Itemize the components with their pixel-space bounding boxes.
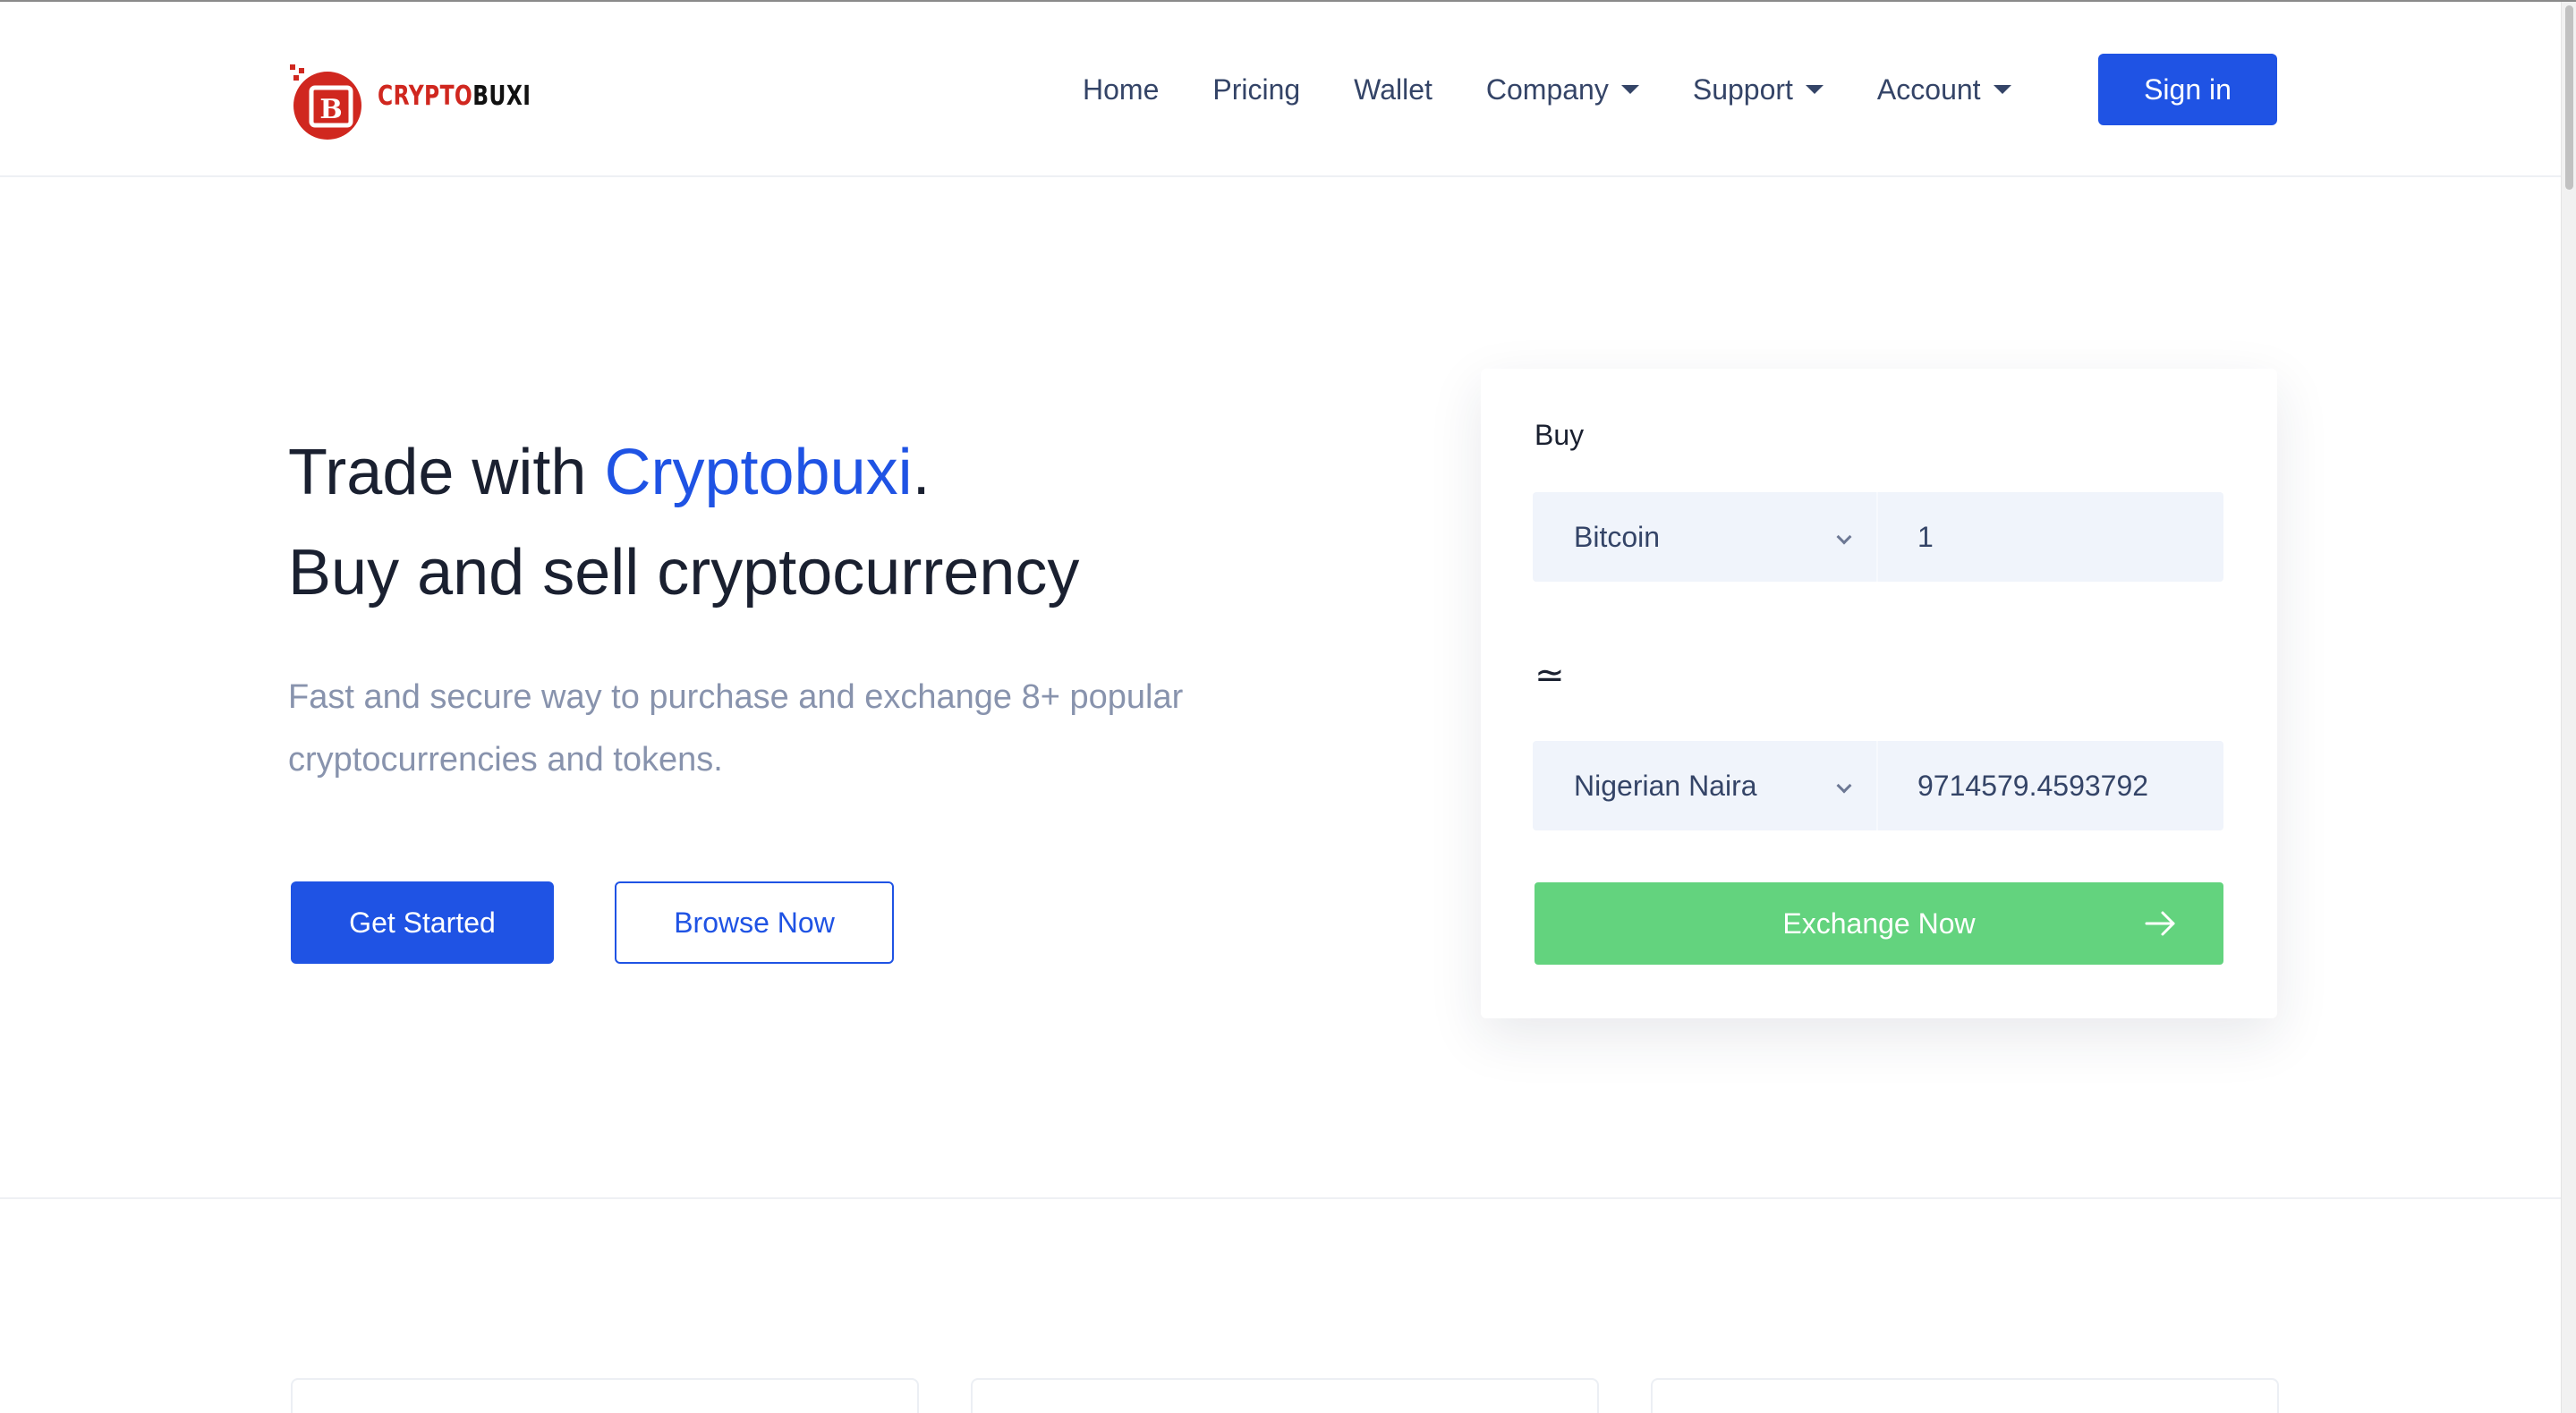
to-currency-group: Nigerian Naira 9714579.4593792	[1533, 741, 2223, 830]
feature-card	[1651, 1378, 2279, 1413]
caret-down-icon	[1993, 85, 2011, 94]
exchange-now-label: Exchange Now	[1782, 907, 1976, 940]
browse-now-button[interactable]: Browse Now	[615, 881, 894, 964]
nav-company-dropdown[interactable]: Company	[1486, 73, 1639, 106]
from-currency-group: Bitcoin 1	[1533, 492, 2223, 582]
approx-equal-symbol: ≃	[1535, 656, 1565, 695]
nav-wallet[interactable]: Wallet	[1354, 73, 1433, 106]
exchange-card: Buy Bitcoin 1 ≃ Nigerian Naira 9714579.4…	[1481, 369, 2277, 1018]
hero-title-line2: Buy and sell cryptocurrency	[288, 537, 1080, 609]
brand-logo[interactable]: B CRYPTOBUXI	[288, 47, 531, 140]
logo-wordmark-crypto: CRYPTO	[378, 81, 473, 112]
sign-in-button[interactable]: Sign in	[2098, 54, 2277, 125]
nav-home[interactable]: Home	[1083, 73, 1159, 106]
main-nav: Home Pricing Wallet Company Support Acco…	[1083, 54, 2561, 125]
from-currency-value: Bitcoin	[1574, 520, 1661, 553]
nav-home-label: Home	[1083, 72, 1160, 106]
to-amount-input[interactable]: 9714579.4593792	[1878, 741, 2223, 830]
feature-card	[971, 1378, 1599, 1413]
arrow-right-icon	[2145, 911, 2175, 936]
logo-wordmark: CRYPTOBUXI	[378, 81, 531, 112]
logo-wordmark-buxi: BUXI	[472, 81, 531, 112]
hero-description: Fast and secure way to purchase and exch…	[288, 678, 1184, 779]
exchange-now-button[interactable]: Exchange Now	[1535, 882, 2223, 965]
hero-title: Trade with Cryptobuxi. Buy and sell cryp…	[288, 422, 1079, 623]
nav-support-label: Support	[1692, 72, 1793, 106]
scrollbar-thumb[interactable]	[2565, 5, 2573, 190]
section-divider	[0, 1197, 2561, 1199]
nav-pricing[interactable]: Pricing	[1212, 73, 1300, 106]
chevron-down-icon	[1836, 778, 1852, 794]
nav-company-label: Company	[1485, 72, 1609, 106]
hero-title-brand: Cryptobuxi	[604, 437, 913, 508]
nav-account-label: Account	[1876, 72, 1981, 106]
nav-support-dropdown[interactable]: Support	[1693, 73, 1824, 106]
from-amount-input[interactable]: 1	[1878, 492, 2223, 582]
site-header: B CRYPTOBUXI Home Pricing Wallet Company…	[0, 2, 2561, 177]
caret-down-icon	[1620, 85, 1639, 94]
caret-down-icon	[1805, 85, 1824, 94]
to-currency-select[interactable]: Nigerian Naira	[1533, 741, 1878, 830]
nav-pricing-label: Pricing	[1212, 72, 1301, 106]
hero-title-prefix: Trade with	[288, 437, 605, 508]
nav-wallet-label: Wallet	[1354, 72, 1433, 106]
chevron-down-icon	[1836, 529, 1852, 545]
nav-account-dropdown[interactable]: Account	[1877, 73, 2011, 106]
svg-text:B: B	[319, 94, 342, 125]
hero-title-suffix: .	[912, 437, 931, 508]
logo-badge-icon: B	[290, 64, 361, 140]
get-started-button[interactable]: Get Started	[291, 881, 554, 964]
to-currency-value: Nigerian Naira	[1574, 769, 1757, 802]
exchange-buy-label: Buy	[1535, 419, 1585, 451]
feature-card	[291, 1378, 919, 1413]
page-scrollbar[interactable]	[2561, 2, 2576, 1413]
from-currency-select[interactable]: Bitcoin	[1533, 492, 1878, 582]
